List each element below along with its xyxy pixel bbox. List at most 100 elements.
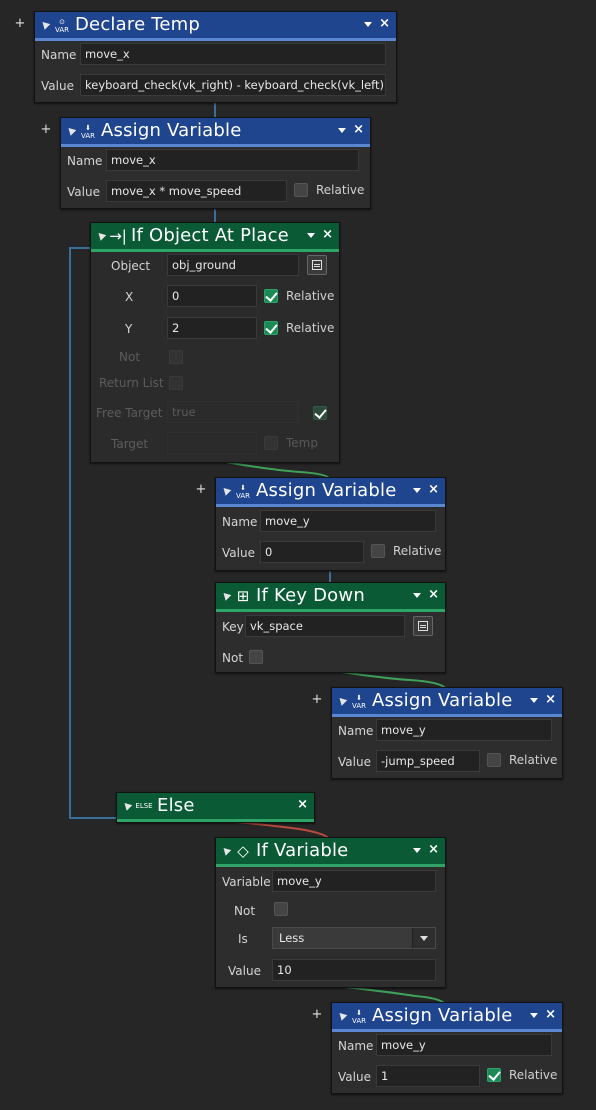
free-target-checkbox[interactable] <box>313 406 327 420</box>
node-header[interactable]: ⊞ If Key Down × <box>216 583 445 612</box>
collapse-icon[interactable] <box>220 845 232 856</box>
value-field[interactable]: 10 <box>272 959 436 981</box>
node-header[interactable]: ⬇ VAR Assign Variable × <box>332 688 562 717</box>
relative-label: Relative <box>509 1068 558 1082</box>
temp-checkbox[interactable] <box>264 436 278 450</box>
relative-checkbox[interactable] <box>487 753 501 767</box>
node-header[interactable]: ⊙ VAR Declare Temp × <box>35 12 396 41</box>
collapse-icon[interactable] <box>121 800 133 811</box>
chevron-down-icon[interactable] <box>413 488 421 493</box>
chevron-down-icon[interactable] <box>530 1013 538 1018</box>
declare-temp-node[interactable]: ⊙ VAR Declare Temp × Name move_x Value ke… <box>34 11 397 103</box>
collapse-icon[interactable] <box>220 485 232 496</box>
free-target-label: Free Target <box>96 406 163 420</box>
add-button[interactable]: + <box>310 1008 324 1022</box>
add-button[interactable]: + <box>310 693 324 707</box>
chevron-down-icon[interactable] <box>413 593 421 598</box>
variable-compare-icon: ◇ <box>237 842 249 860</box>
close-icon[interactable]: × <box>428 586 439 604</box>
node-title: If Key Down <box>256 585 365 606</box>
relative-checkbox[interactable] <box>371 544 385 558</box>
node-header[interactable]: ⬇ VAR Assign Variable × <box>61 118 370 147</box>
collapse-icon[interactable] <box>39 19 51 30</box>
value-field[interactable]: move_x * move_speed <box>106 180 287 202</box>
node-header[interactable]: ⬇ VAR Assign Variable × <box>216 478 445 507</box>
x-relative-checkbox[interactable] <box>264 289 278 303</box>
add-button[interactable]: + <box>13 17 27 31</box>
target-label: Target <box>111 437 149 451</box>
temp-label: Temp <box>286 436 318 450</box>
close-icon[interactable]: × <box>428 841 439 859</box>
add-button[interactable]: + <box>194 483 208 497</box>
value-label: Value <box>228 964 261 978</box>
key-label: Key <box>222 620 244 634</box>
close-icon[interactable]: × <box>545 1006 556 1024</box>
close-icon[interactable]: × <box>297 796 308 814</box>
key-field[interactable]: vk_space <box>245 615 405 637</box>
target-field[interactable] <box>167 432 257 454</box>
y-field[interactable]: 2 <box>167 317 257 339</box>
assign-variable-node[interactable]: ⬇ VAR Assign Variable × Name move_y Value… <box>331 1002 563 1094</box>
resource-picker-icon[interactable] <box>307 255 327 275</box>
chevron-down-icon[interactable] <box>530 698 538 703</box>
assign-variable-node[interactable]: ⬇ VAR Assign Variable × Name move_x Value… <box>60 117 371 209</box>
value-field[interactable]: 1 <box>376 1065 480 1087</box>
if-key-down-node[interactable]: ⊞ If Key Down × Key vk_space Not <box>215 582 446 673</box>
var-icon: ⊙ VAR <box>55 18 69 34</box>
name-field[interactable]: move_x <box>106 149 359 171</box>
assign-variable-node[interactable]: ⬇ VAR Assign Variable × Name move_y Value… <box>215 477 446 571</box>
close-icon[interactable]: × <box>379 15 390 33</box>
value-label: Value <box>41 79 74 93</box>
else-node[interactable]: ELSE Else × <box>116 792 315 823</box>
node-header[interactable]: ◇ If Variable × <box>216 838 445 867</box>
not-checkbox[interactable] <box>249 650 263 664</box>
close-icon[interactable]: × <box>353 121 364 139</box>
name-label: Name <box>41 48 77 62</box>
if-object-at-place-node[interactable]: →| If Object At Place × Object obj_groun… <box>90 222 340 463</box>
node-header[interactable]: ELSE Else × <box>117 793 314 822</box>
chevron-down-icon[interactable] <box>413 848 421 853</box>
node-header[interactable]: →| If Object At Place × <box>91 223 339 252</box>
assign-variable-node[interactable]: ⬇ VAR Assign Variable × Name move_y Value… <box>331 687 563 779</box>
value-field[interactable]: 0 <box>260 541 364 563</box>
collapse-icon[interactable] <box>336 695 348 706</box>
chevron-down-icon[interactable] <box>338 128 346 133</box>
key-picker-icon[interactable] <box>413 616 433 636</box>
x-field[interactable]: 0 <box>167 285 257 307</box>
name-field[interactable]: move_x <box>80 43 386 65</box>
name-label: Name <box>338 724 374 738</box>
node-header[interactable]: ⬇ VAR Assign Variable × <box>332 1003 562 1032</box>
dnd-canvas[interactable]: + ⊙ VAR Declare Temp × Name move_x Value … <box>0 0 596 1110</box>
object-field[interactable]: obj_ground <box>167 254 299 276</box>
is-dropdown[interactable]: Less <box>272 927 436 949</box>
else-icon: ELSE <box>135 802 153 810</box>
variable-field[interactable]: move_y <box>272 870 436 892</box>
name-field[interactable]: move_y <box>376 1034 552 1056</box>
free-target-field[interactable]: true <box>167 401 299 423</box>
if-variable-node[interactable]: ◇ If Variable × Variable move_y Not Is L… <box>215 837 446 988</box>
add-button[interactable]: + <box>39 123 53 137</box>
arrow-to-bar-icon: →| <box>109 227 127 245</box>
name-field[interactable]: move_y <box>260 510 436 532</box>
collapse-icon[interactable] <box>336 1010 348 1021</box>
name-field[interactable]: move_y <box>376 719 552 741</box>
collapse-icon[interactable] <box>65 125 77 136</box>
chevron-down-icon[interactable] <box>412 928 435 948</box>
not-checkbox[interactable] <box>169 350 183 364</box>
relative-checkbox[interactable] <box>294 183 308 197</box>
value-field[interactable]: -jump_speed <box>376 750 480 772</box>
chevron-down-icon[interactable] <box>307 233 315 238</box>
not-label: Not <box>222 651 244 665</box>
collapse-icon[interactable] <box>220 590 232 601</box>
value-field[interactable]: keyboard_check(vk_right) - keyboard_chec… <box>80 74 386 96</box>
chevron-down-icon[interactable] <box>364 22 372 27</box>
not-checkbox[interactable] <box>274 902 288 916</box>
collapse-icon[interactable] <box>95 230 107 241</box>
close-icon[interactable]: × <box>322 226 333 244</box>
var-icon: ⬇ VAR <box>352 694 366 710</box>
close-icon[interactable]: × <box>428 481 439 499</box>
return-list-checkbox[interactable] <box>169 376 183 390</box>
y-relative-checkbox[interactable] <box>264 321 278 335</box>
close-icon[interactable]: × <box>545 691 556 709</box>
relative-checkbox[interactable] <box>487 1068 501 1082</box>
